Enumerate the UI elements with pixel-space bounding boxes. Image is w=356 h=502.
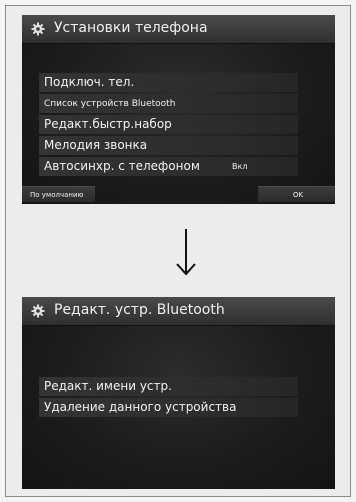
phone-settings-screen: Установки телефона Подключ. тел. Список … (22, 15, 335, 204)
menu-item-ringtone[interactable]: Мелодия звонка (39, 136, 298, 155)
menu-item-auto-sync[interactable]: Автосинхр. с телефоном Вкл (39, 157, 298, 176)
menu-item-label: Автосинхр. с телефоном (44, 159, 200, 173)
menu-item-label: Список устройств Bluetooth (44, 99, 176, 109)
arrow-down-icon (176, 229, 196, 276)
screen-title: Редакт. устр. Bluetooth (54, 302, 225, 318)
menu-item-label: Подключ. тел. (44, 75, 135, 89)
menu-item-delete-device[interactable]: Удаление данного устройства (39, 398, 298, 417)
menu-item-edit-device-name[interactable]: Редакт. имени устр. (39, 377, 298, 396)
gear-icon (31, 304, 45, 318)
menu-item-label: Мелодия звонка (44, 138, 148, 152)
ok-button-label: OK (293, 191, 304, 199)
title-bar: Установки телефона (22, 15, 335, 44)
menu-item-edit-speed-dial[interactable]: Редакт.быстр.набор (39, 115, 298, 134)
auto-sync-value: Вкл (232, 162, 248, 171)
title-bar: Редакт. устр. Bluetooth (22, 297, 335, 326)
edit-bluetooth-device-screen: Редакт. устр. Bluetooth Редакт. имени ус… (22, 297, 335, 489)
default-button[interactable]: По умолчанию (22, 186, 95, 202)
menu-item-label: Удаление данного устройства (44, 400, 237, 414)
menu-item-label: Редакт. имени устр. (44, 379, 172, 393)
menu-item-label: Редакт.быстр.набор (44, 117, 172, 131)
default-button-label: По умолчанию (30, 191, 84, 199)
screen-title: Установки телефона (54, 20, 208, 36)
ok-button[interactable]: OK (258, 186, 335, 202)
menu-item-connect-phone[interactable]: Подключ. тел. (39, 73, 298, 92)
menu-item-bluetooth-device-list[interactable]: Список устройств Bluetooth (39, 94, 298, 113)
gear-icon (31, 22, 45, 36)
